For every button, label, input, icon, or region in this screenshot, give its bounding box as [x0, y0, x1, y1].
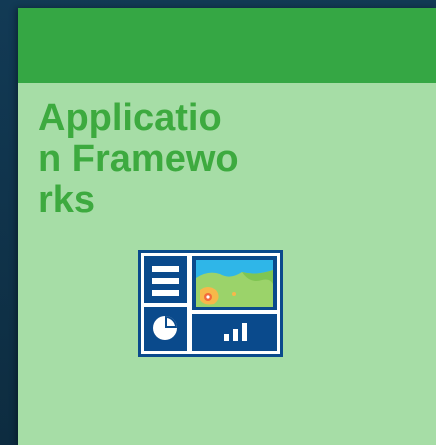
card-title: Application Frameworks: [38, 97, 239, 221]
card-header: [18, 8, 436, 83]
app-card[interactable]: Application Frameworks: [18, 8, 436, 445]
dashboard-icon: [138, 250, 283, 357]
window-background: Application Frameworks: [0, 0, 436, 445]
